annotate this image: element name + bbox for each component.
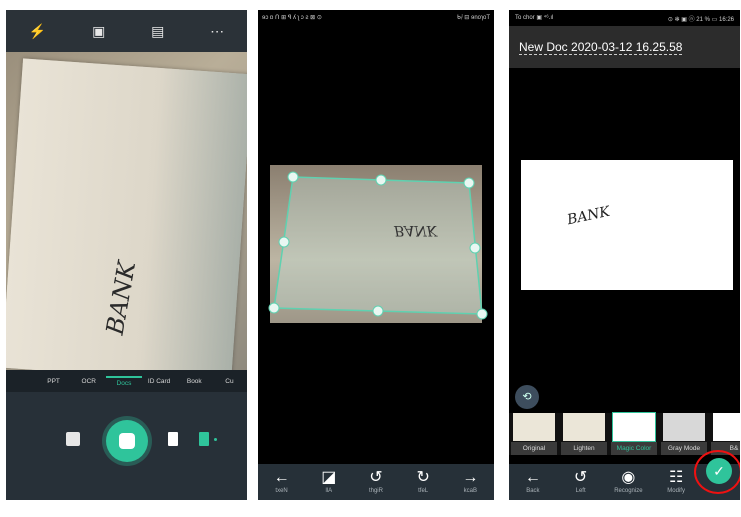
shutter-button[interactable] (106, 420, 148, 462)
crop-frame[interactable] (258, 10, 494, 500)
arrow-left-icon: ← (524, 469, 541, 486)
mode-ocr[interactable]: OCR (71, 378, 106, 385)
left-label: Left (575, 488, 586, 494)
next-label: txeN (275, 488, 288, 494)
status-left: To chor ▣ ⁴⁶.ıl (515, 15, 554, 21)
crop-handle[interactable] (287, 171, 299, 183)
filter-gray-mode[interactable]: Gray Mode (661, 413, 707, 455)
crop-handle[interactable] (476, 308, 488, 320)
rotate-button[interactable]: ⟲ (515, 385, 539, 409)
batch-dot-icon (214, 438, 217, 441)
filter-thumbnail (513, 413, 555, 441)
crop-screen: ɘɔ ɒ ᑎ ⊞ ꟼ ʎ ʅ ɔ ꙅ ⊠ ⊙ ᑲᵢˡ ⊟ ɘnoɿoT BANK… (258, 10, 494, 500)
result-screen: To chor ▣ ⁴⁶.ıl ⊙ ✻ ▣ ⓝ 21 % ▭ 16:26 New… (509, 10, 740, 500)
camera-controls (6, 392, 247, 500)
gallery-icon[interactable] (66, 432, 80, 446)
crop-handle[interactable] (469, 242, 481, 254)
mode-selector: PPT OCR Docs ID Card Book Cu (6, 370, 247, 392)
recognize-label: Recognize (614, 488, 643, 494)
batch-icon[interactable] (199, 432, 209, 446)
filter-lighten[interactable]: Lighten (561, 413, 607, 455)
document-icon[interactable]: ▤ (151, 23, 164, 40)
all-label: llA (325, 488, 333, 494)
filter-thumbnail (563, 413, 605, 441)
mode-cu[interactable]: Cu (212, 378, 247, 385)
ocr-icon: ◉ (621, 469, 636, 486)
modify-label: Modify (667, 488, 685, 494)
crop-handle[interactable] (278, 236, 290, 248)
left-label: tfeL (418, 488, 429, 494)
filter-thumbnail (663, 413, 705, 441)
crop-handle[interactable] (372, 305, 384, 317)
filter-strip: Original Lighten Magic Color Gray Mode B… (509, 413, 740, 455)
filter-bw[interactable]: B& (711, 413, 740, 455)
filter-label: Lighten (561, 442, 607, 455)
highlight-circle (694, 450, 740, 494)
document-text: BANK (394, 222, 438, 238)
filter-thumbnail (613, 413, 655, 441)
arrow-right-icon: → (462, 469, 479, 486)
modify-button[interactable]: ☷ Modify (656, 469, 696, 495)
rotate-icon: ⟲ (522, 391, 532, 403)
filter-label: Original (511, 442, 557, 455)
filter-thumbnail (713, 413, 740, 441)
back-label: kcaB (463, 488, 478, 494)
status-bar: To chor ▣ ⁴⁶.ıl ⊙ ✻ ▣ ⓝ 21 % ▭ 16:26 (515, 14, 734, 26)
rotate-right-button[interactable]: ↺ thgiR (356, 469, 396, 495)
camera-screen: ⚡ ▣ ▤ ⋯ BANK PPT OCR Docs ID Card Book C… (6, 10, 247, 500)
multi-page-icon[interactable] (168, 432, 178, 446)
arrow-left-icon: ← (273, 469, 290, 486)
mode-ppt[interactable]: PPT (36, 378, 71, 385)
rotate-left-button[interactable]: ↻ tfeL (403, 469, 443, 495)
back-label: Back (526, 488, 540, 494)
crop-handle[interactable] (268, 302, 280, 314)
mode-docs[interactable]: Docs (106, 375, 142, 387)
back-button[interactable]: → kcaB (450, 469, 490, 495)
document-preview: BANK (521, 160, 733, 290)
more-icon[interactable]: ⋯ (210, 23, 224, 40)
sliders-icon: ☷ (668, 469, 684, 486)
camera-toolbar: ⚡ ▣ ▤ ⋯ (6, 10, 247, 52)
crop-toolbar: ← txeN ◪ llA ↺ thgiR ↻ tfeL → kcaB (258, 464, 494, 500)
next-button[interactable]: ← txeN (262, 469, 302, 495)
filter-label: Magic Color (611, 442, 657, 455)
filter-label: Gray Mode (661, 442, 707, 455)
document-title[interactable]: New Doc 2020-03-12 16.25.58 (519, 40, 683, 55)
status-right: ⊙ ✻ ▣ ⓝ 21 % ▭ 16:26 (667, 17, 734, 23)
title-bar: New Doc 2020-03-12 16.25.58 (509, 26, 740, 68)
crop-handle[interactable] (463, 177, 475, 189)
shape-icon[interactable]: ▣ (92, 23, 105, 40)
rotate-ccw-icon: ↺ (573, 469, 588, 486)
filter-magic-color[interactable]: Magic Color (611, 413, 657, 455)
select-all-icon: ◪ (321, 469, 337, 486)
filter-original[interactable]: Original (511, 413, 557, 455)
mode-id-card[interactable]: ID Card (142, 378, 177, 385)
all-button[interactable]: ◪ llA (309, 469, 349, 495)
camera-viewfinder: BANK (6, 52, 247, 370)
crop-handle[interactable] (375, 174, 387, 186)
flash-icon[interactable]: ⚡ (29, 23, 46, 40)
crop-polygon (273, 176, 483, 315)
right-label: thgiR (368, 488, 383, 494)
document-text: BANK (565, 203, 612, 229)
back-button[interactable]: ← Back (513, 469, 553, 495)
shutter-icon (119, 433, 135, 449)
recognize-button[interactable]: ◉ Recognize (608, 469, 648, 495)
rotate-ccw-icon: ↺ (369, 469, 383, 486)
mode-book[interactable]: Book (177, 378, 212, 385)
rotate-cw-icon: ↻ (416, 469, 430, 486)
rotate-left-button[interactable]: ↺ Left (561, 469, 601, 495)
